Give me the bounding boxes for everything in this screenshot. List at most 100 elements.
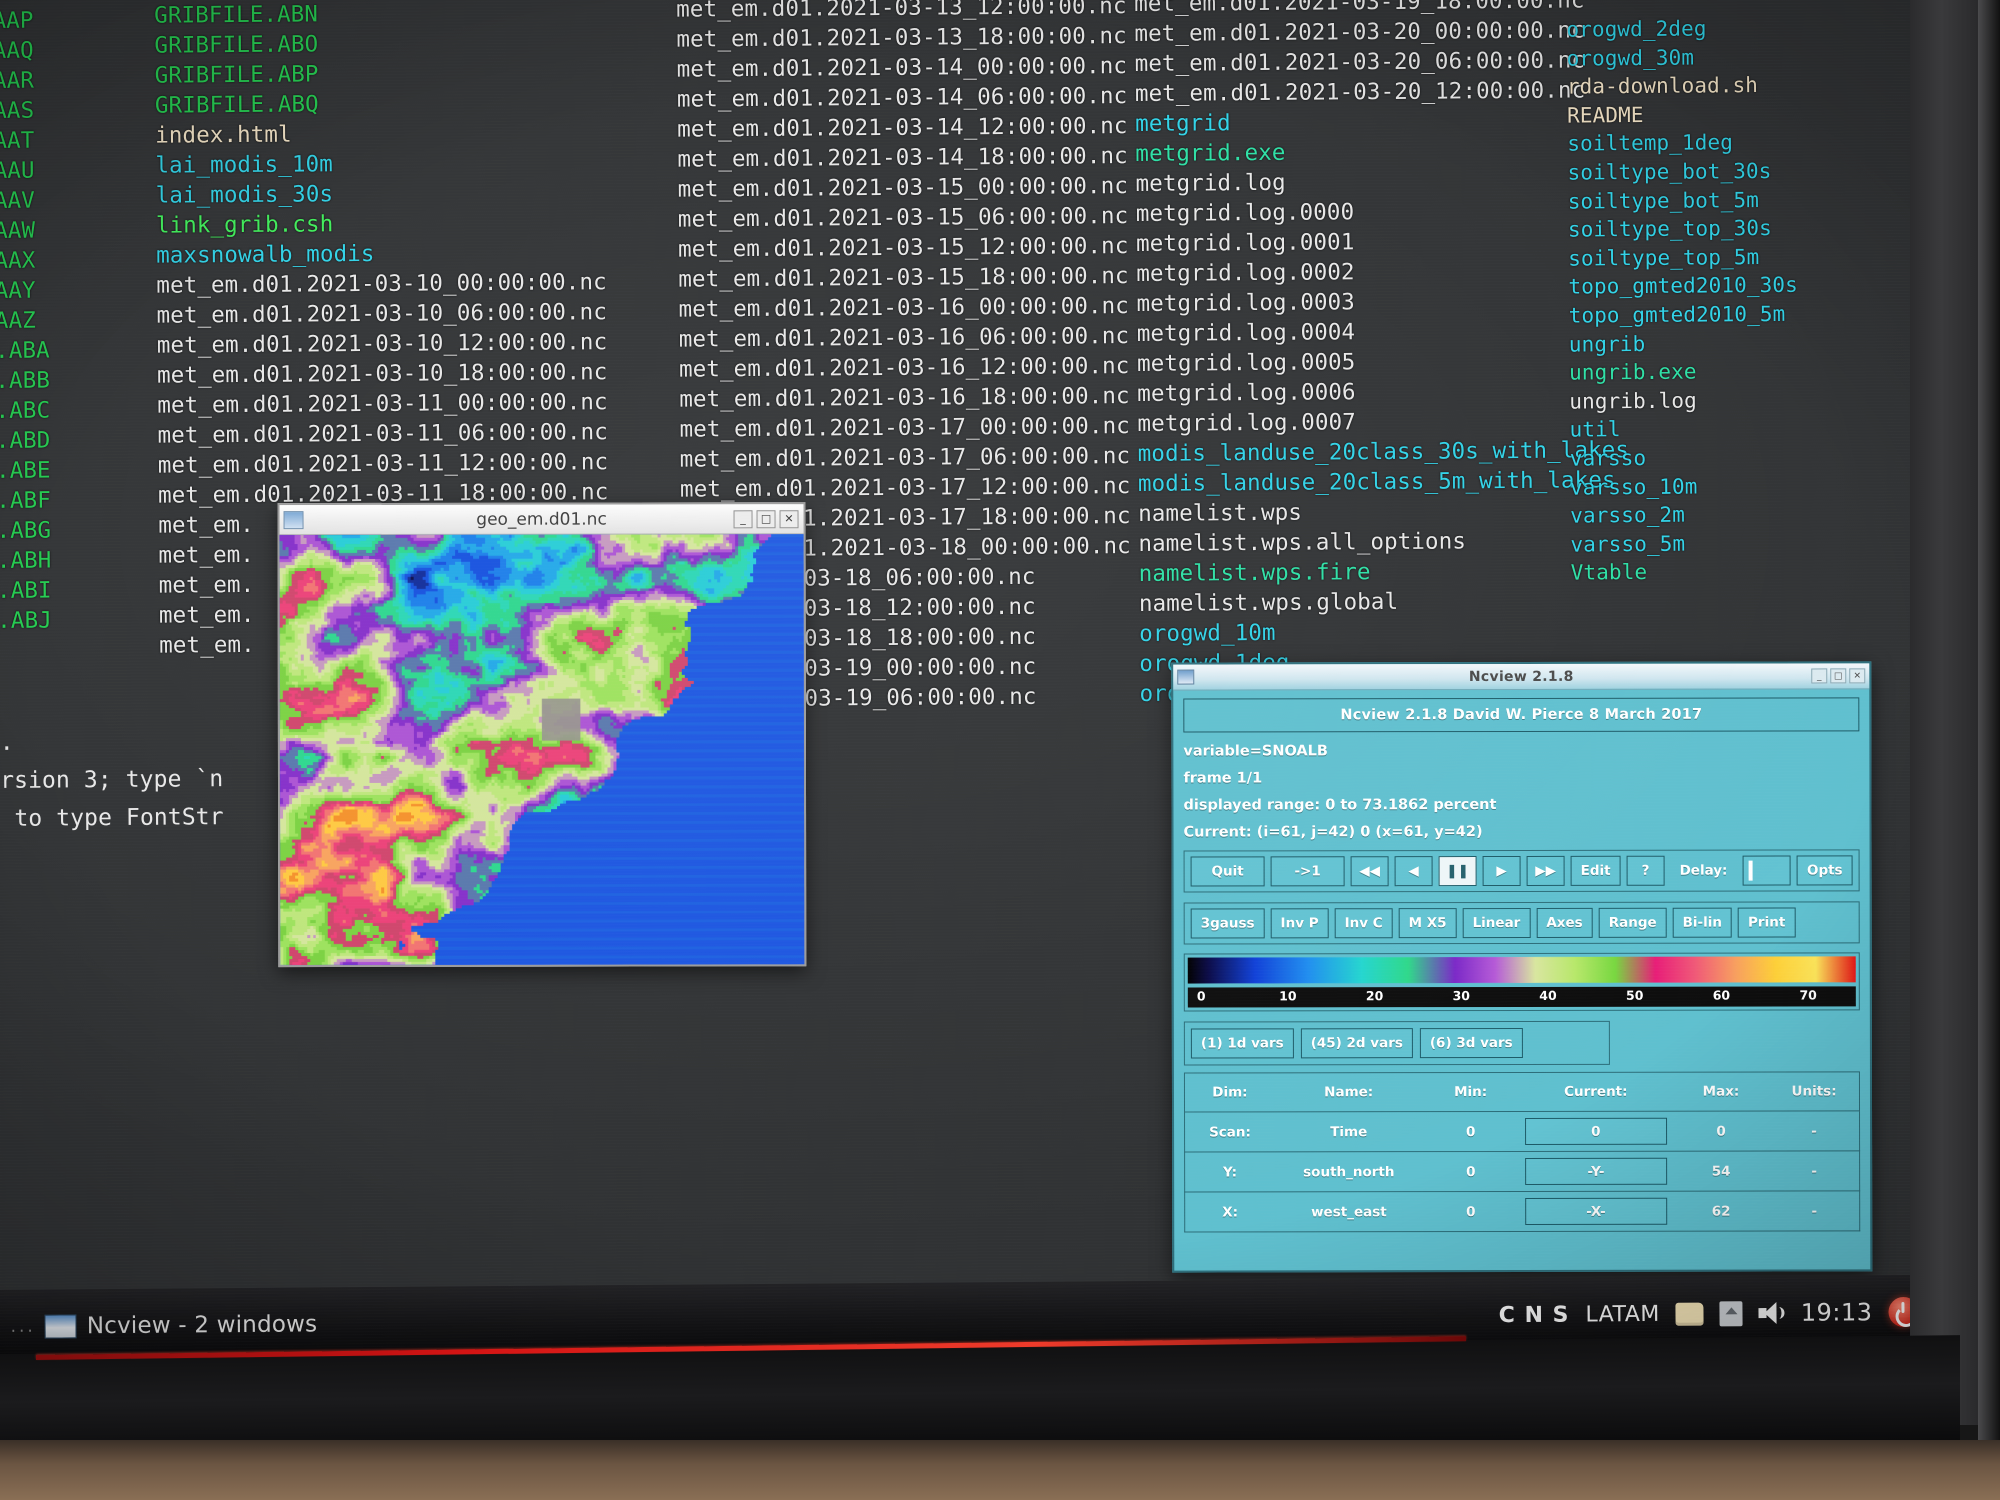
terminal-file-entry: GRIBFILE.ABN — [154, 1, 319, 29]
terminal-file-entry: met_em.d01.2021-03-15_12:00:00.nc — [678, 233, 1129, 263]
terminal-file-entry: varsso_5m — [1570, 531, 1686, 557]
table-row: Scan: Time 0 0 0 - — [1184, 1111, 1861, 1153]
terminal-file-entry: topo_gmted2010_5m — [1568, 301, 1786, 328]
snoalb-map-canvas[interactable] — [279, 534, 805, 966]
eject-icon[interactable] — [1719, 1300, 1743, 1326]
table-cell: 62 — [1711, 1203, 1731, 1220]
snoalb-raster[interactable] — [279, 534, 805, 966]
scale-button[interactable]: Linear — [1462, 907, 1531, 939]
table-cell: - — [1811, 1122, 1817, 1139]
terminal-file-entry: soiltype_bot_5m — [1567, 187, 1759, 214]
delay-input[interactable] — [1742, 855, 1791, 886]
ncview-titlebar[interactable]: Ncview 2.1.8 _ □ ✕ — [1173, 663, 1870, 691]
table-header-cell: Max: — [1702, 1083, 1740, 1100]
terminal-file-entry: modis_landuse_20class_30s_with_lakes — [1137, 437, 1630, 467]
taskbar-item-label: Ncview - 2 windows — [86, 1311, 318, 1340]
terminal-column-4: met_em.d01.2021-03-19_12:00:00.ncmet_em.… — [1134, 0, 1631, 709]
colorbar-tick-label: 60 — [1712, 987, 1731, 1003]
invert-physical-button[interactable]: Inv P — [1270, 908, 1329, 939]
terminal-file-entry: metgrid.log.0004 — [1136, 319, 1356, 347]
clock[interactable]: 19:13 — [1801, 1298, 1873, 1327]
text-caret — [1748, 860, 1753, 881]
terminal-file-entry: met_em.d01.2021-03-15_00:00:00.nc — [677, 173, 1129, 203]
image-window-title: geo_em.d01.nc — [476, 509, 607, 530]
help-button[interactable]: ? — [1626, 855, 1665, 886]
folder-icon[interactable] — [1675, 1302, 1704, 1326]
table-cell: -X- — [1519, 1197, 1673, 1225]
speaker-icon[interactable] — [1758, 1301, 1785, 1325]
terminal-file-entry: namelist.wps — [1138, 499, 1303, 527]
colorbar-tick-label: 10 — [1279, 988, 1297, 1004]
terminal-file-entry: FILE.AAP — [0, 7, 34, 35]
play-button[interactable]: ▶ — [1482, 855, 1521, 887]
colorbar-gradient[interactable] — [1187, 956, 1856, 984]
terminal-file-entry: met_em.d01.2021-03-14_06:00:00.nc — [676, 83, 1128, 113]
terminal-file-entry: met_em.d01.2021-03-14_12:00:00.nc — [677, 113, 1128, 143]
print-button[interactable]: Print — [1737, 907, 1796, 938]
keyboard-layout-indicator[interactable]: LATAM — [1585, 1301, 1660, 1327]
terminal-file-entry: metgrid.log.0002 — [1136, 259, 1355, 287]
taskbar-overflow[interactable]: ... — [10, 1317, 35, 1337]
terminal-file-entry: namelist.wps.fire — [1138, 559, 1371, 587]
rewind-button[interactable]: ◀◀ — [1350, 856, 1389, 887]
step-back-button[interactable]: ◀ — [1394, 856, 1433, 887]
vars-1d-button[interactable]: (1) 1d vars — [1190, 1028, 1294, 1059]
table-cell: Scan: — [1209, 1123, 1251, 1141]
table-cell: - — [1811, 1162, 1817, 1179]
image-window-titlebar[interactable]: geo_em.d01.nc _ □ ✕ — [279, 504, 804, 536]
terminal-file-entry: FILE.AAY — [0, 277, 36, 305]
ncview-window-title: Ncview 2.1.8 — [1468, 668, 1574, 685]
terminal-file-entry: met_em.d01.2021-03-16_06:00:00.nc — [678, 323, 1130, 353]
vars-2d-button[interactable]: (45) 2d vars — [1300, 1028, 1413, 1059]
terminal-file-entry: met_em.d01.2021-03-16_18:00:00.nc — [679, 383, 1130, 413]
terminal-file-entry: BFILE.ABG — [0, 517, 52, 545]
terminal-file-entry: BFILE.ABF — [0, 487, 51, 515]
quit-button[interactable]: Quit — [1190, 856, 1265, 887]
table-cell: Y: — [1223, 1163, 1238, 1180]
axes-button[interactable]: Axes — [1536, 907, 1593, 938]
terminal-file-entry: met_em.d01.2021-03-15_06:00:00.nc — [677, 203, 1129, 233]
terminal-file-entry: BFILE.ABB — [0, 367, 51, 395]
restart-button[interactable]: ->1 — [1270, 856, 1345, 887]
ncview-image-window[interactable]: geo_em.d01.nc _ □ ✕ — [277, 502, 807, 968]
fast-forward-button[interactable]: ▶▶ — [1526, 855, 1565, 886]
table-cell: 0 — [1716, 1123, 1726, 1140]
range-button[interactable]: Range — [1598, 907, 1667, 938]
terminal-file-entry: met_em.d01.2021-03-15_18:00:00.nc — [678, 263, 1129, 293]
pause-button[interactable]: ❚❚ — [1438, 856, 1477, 887]
table-cell: 0 — [1466, 1203, 1476, 1220]
colorbar-container[interactable]: 0 10 20 30 40 50 60 70 — [1183, 952, 1860, 1012]
ncview-control-window[interactable]: Ncview 2.1.8 _ □ ✕ Ncview 2.1.8 David W.… — [1171, 661, 1873, 1273]
table-header-cell: Units: — [1791, 1083, 1837, 1100]
variable-label: variable=SNOALB — [1183, 743, 1328, 760]
terminal-file-entry: FILE.AAW — [0, 217, 36, 245]
colormap-button[interactable]: 3gauss — [1190, 908, 1265, 939]
dimension-current-input[interactable]: -X- — [1524, 1197, 1668, 1225]
keyboard-indicator-primary[interactable]: C N S — [1499, 1302, 1570, 1328]
terminal-file-entry: met_em.d01.2021-03-10_00:00:00.nc — [156, 269, 607, 299]
terminal-file-entry: met_em.d01.2021-03-17_12:00:00.nc — [679, 473, 1131, 503]
colorbar-tick-label: 40 — [1539, 987, 1557, 1003]
dimension-current-input[interactable]: -Y- — [1524, 1157, 1667, 1185]
opts-button[interactable]: Opts — [1796, 855, 1853, 886]
colorbar-tick-label: 30 — [1452, 988, 1471, 1004]
terminal-file-entry: soiltype_top_5m — [1568, 244, 1760, 271]
terminal-file-entry: met_em.d01.2021-03-11_00:00:00.nc — [157, 389, 608, 419]
delay-label: Delay: — [1679, 862, 1728, 879]
table-cell: west_east — [1311, 1203, 1387, 1220]
terminal-file-entry: met_em.d01.2021-03-11_06:00:00.nc — [157, 419, 608, 449]
terminal-file-entry: met_em.d01.2021-03-14_00:00:00.nc — [676, 53, 1128, 83]
terminal-file-entry: rda-download.sh — [1566, 73, 1759, 99]
dimension-current-input[interactable]: 0 — [1524, 1117, 1667, 1145]
edit-button[interactable]: Edit — [1570, 855, 1621, 886]
table-cell: -Y- — [1519, 1157, 1673, 1185]
terminal-file-entry: metgrid.log.0003 — [1136, 289, 1355, 317]
vars-3d-button[interactable]: (6) 3d vars — [1419, 1027, 1523, 1059]
magnification-button[interactable]: M X5 — [1398, 908, 1457, 939]
taskbar-item-ncview[interactable]: Ncview - 2 windows — [44, 1311, 318, 1340]
invert-color-button[interactable]: Inv C — [1334, 908, 1393, 939]
frame-label: frame 1/1 — [1183, 770, 1263, 787]
terminal-file-entry: ungrib.log — [1569, 388, 1697, 414]
terminal-file-entry: FILE.AAV — [0, 187, 35, 215]
interpolation-button[interactable]: Bi-lin — [1672, 907, 1733, 938]
